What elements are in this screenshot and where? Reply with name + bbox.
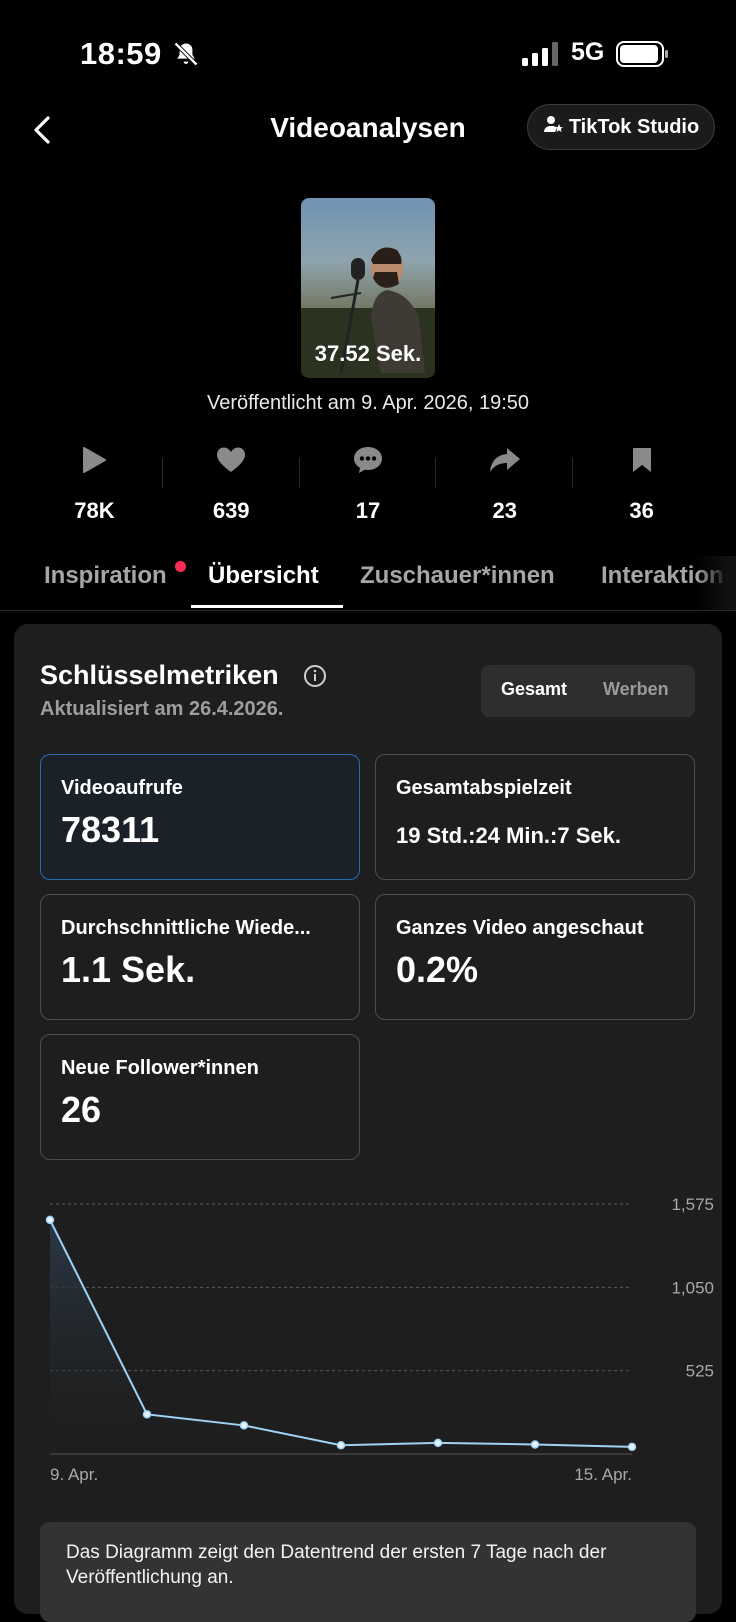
play-icon [26, 442, 163, 478]
tab-fade [696, 556, 736, 610]
stat-value: 23 [492, 498, 518, 523]
notification-dot [175, 561, 186, 572]
share-icon [436, 442, 573, 478]
area-fill [50, 1219, 632, 1454]
heart-icon [163, 442, 300, 478]
tab-bar: Inspiration Übersicht Zuschauer*innen In… [0, 556, 736, 611]
info-icon[interactable] [303, 664, 327, 693]
metric-value: 1.1 Sek. [61, 949, 196, 990]
views-line-chart: 1,575 1,050 525 9. Apr. 15. Apr. [45, 1195, 714, 1484]
tab-audience[interactable]: Zuschauer*innen [360, 562, 555, 590]
comment-icon [300, 442, 437, 478]
y-tick-label: 525 [686, 1362, 714, 1381]
segment-control: Gesamt Werben [481, 665, 695, 717]
data-point [433, 1438, 443, 1448]
metric-label: Neue Follower*innen [61, 1057, 259, 1079]
stat-views: 78K [26, 442, 163, 523]
y-tick-label: 1,050 [671, 1278, 714, 1297]
video-duration: 37.52 Sek. [314, 341, 422, 366]
metric-card-avg-watch[interactable]: Durchschnittliche Wiede... 1.1 Sek. [40, 894, 360, 1020]
metric-label: Durchschnittliche Wiede... [61, 917, 311, 939]
status-bar: 18:59 5G [0, 0, 736, 100]
status-time: 18:59 [80, 36, 162, 71]
stat-shares: 23 [436, 442, 574, 523]
data-point [530, 1440, 540, 1449]
x-tick-label: 9. Apr. [50, 1465, 98, 1484]
segment-promote[interactable]: Werben [603, 679, 669, 700]
metric-card-new-followers[interactable]: Neue Follower*innen 26 [40, 1034, 360, 1160]
section-title: Schlüsselmetriken [40, 660, 279, 690]
published-date: Veröffentlicht am 9. Apr. 2026, 19:50 [206, 392, 530, 414]
stat-value: 17 [355, 498, 381, 523]
metric-label: Videoaufrufe [61, 777, 183, 799]
battery-icon [616, 41, 670, 72]
chart-note: Das Diagramm zeigt den Datentrend der er… [40, 1522, 696, 1622]
metric-value: 78311 [61, 809, 160, 850]
network-label: 5G [571, 38, 605, 66]
data-point [142, 1410, 152, 1419]
metric-value: 19 Std.:24 Min.:7 Sek. [396, 823, 621, 848]
tab-overview[interactable]: Übersicht [208, 562, 319, 590]
bell-muted-icon [172, 40, 200, 73]
stat-likes: 639 [163, 442, 300, 523]
stats-row: 78K 639 17 23 36 [26, 442, 710, 523]
person-star-icon [543, 114, 563, 140]
x-tick-label: 15. Apr. [574, 1465, 632, 1484]
metric-card-full-watch[interactable]: Ganzes Video angeschaut 0.2% [375, 894, 695, 1020]
metric-label: Gesamtabspielzeit [396, 777, 572, 799]
metric-card-views[interactable]: Videoaufrufe 78311 [40, 754, 360, 880]
data-point [45, 1215, 55, 1225]
updated-text: Aktualisiert am 26.4.2026. [40, 698, 284, 720]
metric-value: 26 [61, 1089, 102, 1130]
studio-label: TikTok Studio [568, 115, 700, 138]
stat-comments: 17 [300, 442, 437, 523]
data-point [627, 1442, 637, 1452]
header: Videoanalysen TikTok Studio [0, 100, 736, 170]
key-metrics-card: Schlüsselmetriken Aktualisiert am 26.4.2… [14, 624, 722, 1622]
y-tick-label: 1,575 [671, 1195, 714, 1214]
bookmark-icon [573, 442, 710, 478]
data-point [239, 1421, 249, 1430]
tab-inspiration[interactable]: Inspiration [44, 562, 167, 590]
segment-total[interactable]: Gesamt [501, 679, 567, 700]
stat-value: 639 [212, 498, 250, 523]
metric-value: 0.2% [396, 949, 479, 990]
metric-card-watch-time[interactable]: Gesamtabspielzeit 19 Std.:24 Min.:7 Sek. [375, 754, 695, 880]
tiktok-studio-button[interactable]: TikTok Studio [527, 104, 715, 150]
stat-value: 36 [629, 498, 654, 523]
stat-saves: 36 [573, 442, 710, 523]
metric-label: Ganzes Video angeschaut [396, 917, 644, 939]
active-tab-indicator [191, 605, 343, 608]
stat-value: 78K [74, 498, 115, 523]
signal-icon [522, 42, 560, 71]
data-point [336, 1441, 346, 1450]
